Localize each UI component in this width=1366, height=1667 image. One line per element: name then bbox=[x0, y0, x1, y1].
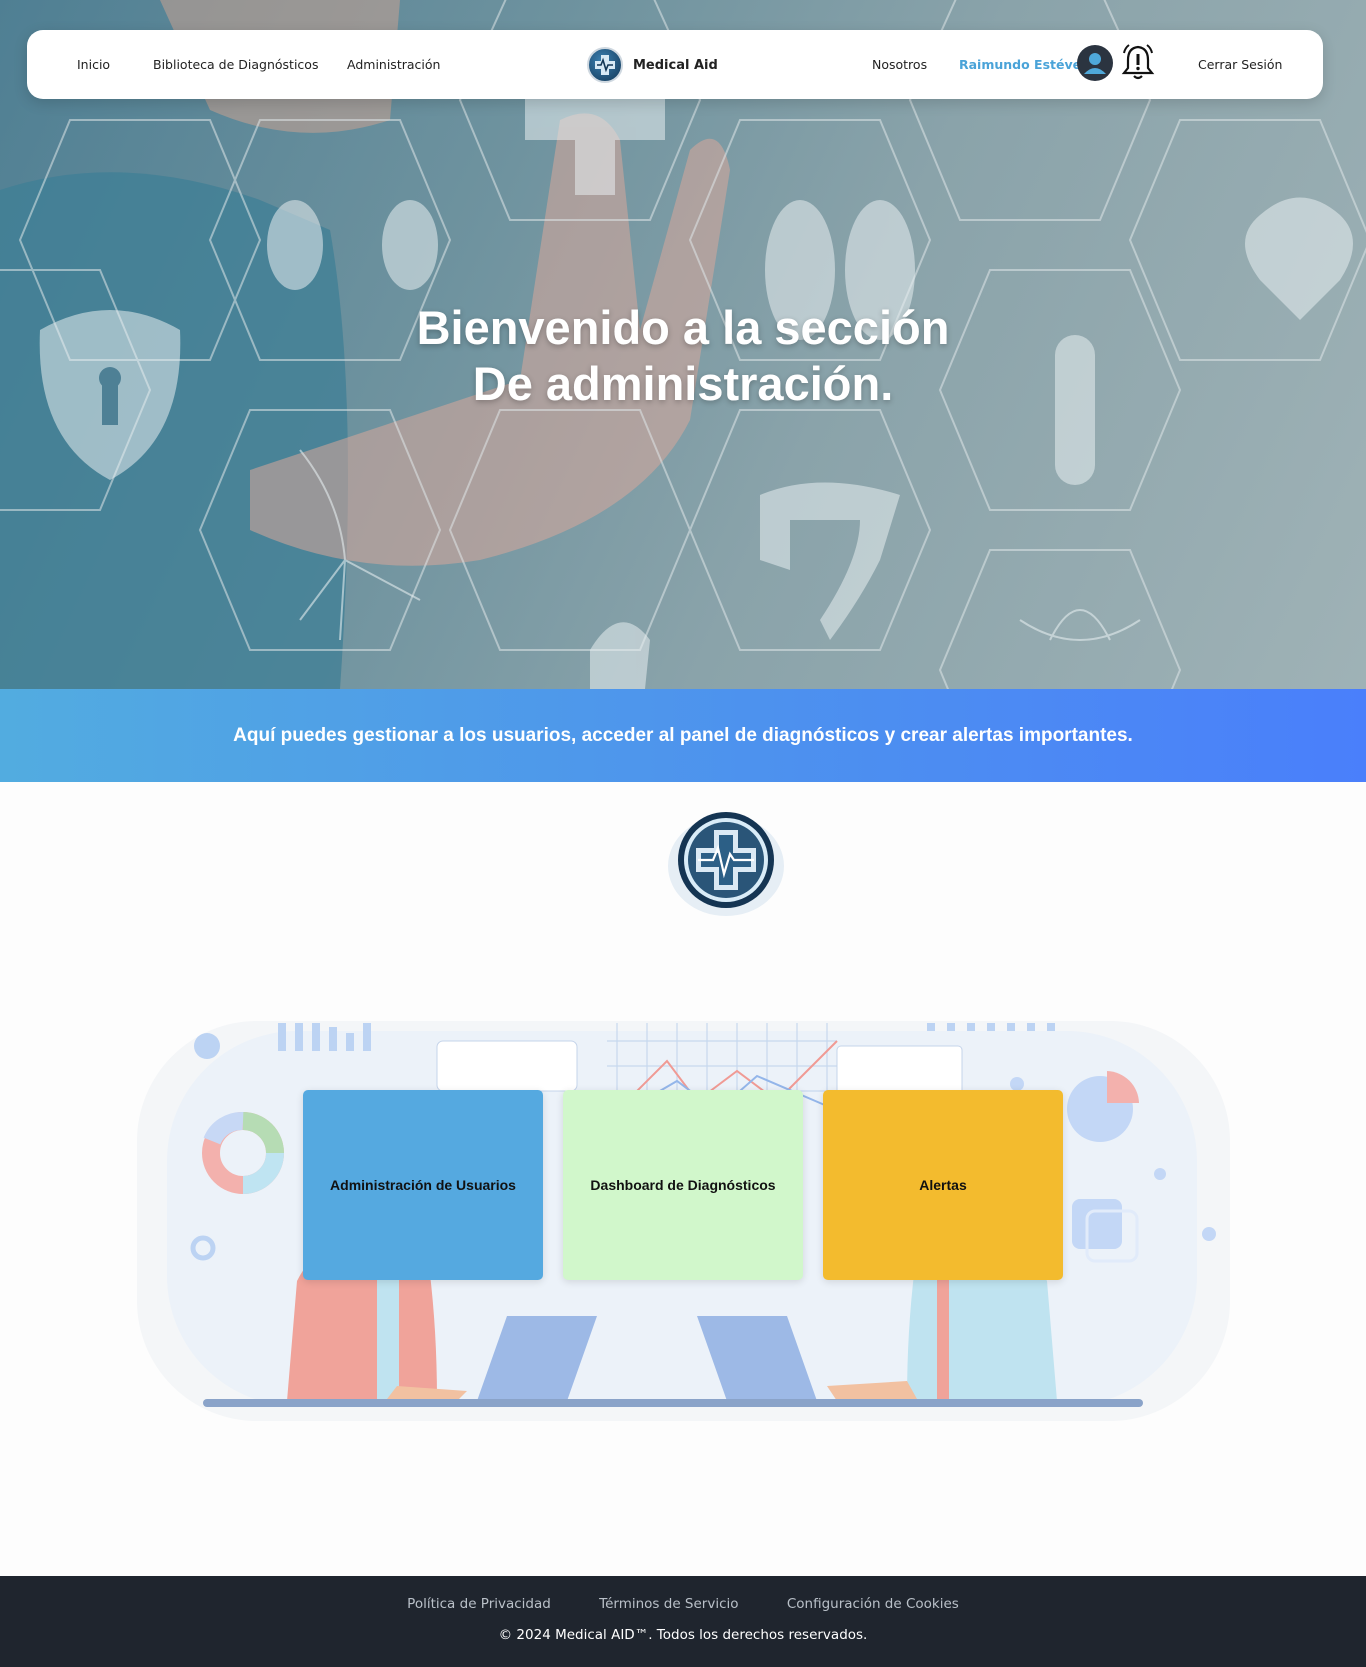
footer: Política de Privacidad Términos de Servi… bbox=[0, 1576, 1366, 1667]
hero-section: Bienvenido a la sección De administració… bbox=[0, 0, 1366, 689]
hero-title-line2: De administración. bbox=[472, 357, 894, 410]
footer-link-privacy[interactable]: Política de Privacidad bbox=[407, 1596, 551, 1612]
hero-title: Bienvenido a la sección De administració… bbox=[0, 300, 1366, 412]
card-alerts-label: Alertas bbox=[919, 1177, 967, 1193]
footer-link-terms[interactable]: Términos de Servicio bbox=[599, 1596, 738, 1612]
user-name[interactable]: Raimundo Estévez bbox=[959, 30, 1088, 99]
nav-link-nosotros[interactable]: Nosotros bbox=[872, 30, 927, 99]
user-avatar-icon[interactable] bbox=[1077, 45, 1113, 81]
footer-links: Política de Privacidad Términos de Servi… bbox=[0, 1596, 1366, 1612]
card-alerts[interactable]: Alertas bbox=[823, 1090, 1063, 1280]
medical-cross-logo-icon bbox=[668, 812, 784, 916]
footer-link-cookies[interactable]: Configuración de Cookies bbox=[787, 1596, 959, 1612]
brand[interactable]: Medical Aid bbox=[587, 44, 718, 86]
nav-link-inicio[interactable]: Inicio bbox=[77, 30, 110, 99]
card-user-administration-label: Administración de Usuarios bbox=[330, 1177, 516, 1193]
card-user-administration[interactable]: Administración de Usuarios bbox=[303, 1090, 543, 1280]
medical-cross-logo-icon bbox=[587, 47, 623, 83]
nav-link-administracion[interactable]: Administración bbox=[347, 30, 440, 99]
card-diagnostics-dashboard-label: Dashboard de Diagnósticos bbox=[590, 1177, 776, 1193]
info-banner: Aquí puedes gestionar a los usuarios, ac… bbox=[0, 689, 1366, 782]
logout-link[interactable]: Cerrar Sesión bbox=[1198, 30, 1282, 99]
nav-link-biblioteca[interactable]: Biblioteca de Diagnósticos bbox=[153, 30, 318, 99]
copyright-text: © 2024 Medical AID™. Todos los derechos … bbox=[498, 1627, 868, 1643]
hero-title-line1: Bienvenido a la sección bbox=[416, 301, 950, 354]
card-diagnostics-dashboard[interactable]: Dashboard de Diagnósticos bbox=[563, 1090, 803, 1280]
top-navbar: Inicio Biblioteca de Diagnósticos Admini… bbox=[27, 30, 1323, 99]
bell-alert-icon[interactable] bbox=[1121, 43, 1155, 83]
brand-name: Medical Aid bbox=[633, 57, 718, 73]
